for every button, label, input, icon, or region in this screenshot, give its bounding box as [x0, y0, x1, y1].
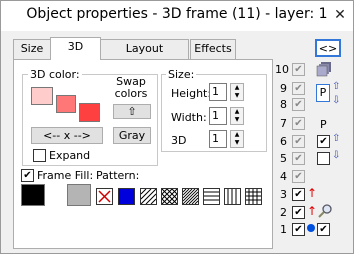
- height-label: Height:: [171, 87, 212, 100]
- pattern-grid[interactable]: [245, 188, 262, 205]
- layer-1-extra-checkbox[interactable]: ✔: [317, 223, 330, 236]
- height-spinner[interactable]: ▲ ▼: [230, 83, 244, 101]
- layer-number-1: 1: [280, 223, 287, 236]
- layer-9-checkbox[interactable]: ✔: [292, 82, 305, 95]
- fill-color-gray[interactable]: [67, 184, 91, 206]
- active-layer-dot-icon: [307, 224, 315, 232]
- layer-7-checkbox[interactable]: ✔: [292, 117, 305, 130]
- gray-button[interactable]: Gray: [113, 127, 151, 144]
- expand-checkbox[interactable]: [33, 149, 46, 162]
- layer-4-checkbox[interactable]: ✔: [292, 170, 305, 183]
- expand-label: Expand: [49, 149, 91, 162]
- swap-colors-label: Swap colors: [111, 76, 151, 100]
- layer-number-7: 7: [280, 117, 287, 130]
- color-swatch-medium[interactable]: [56, 95, 76, 113]
- pattern-none[interactable]: [96, 188, 113, 205]
- p-upper-checkbox[interactable]: ✔: [317, 135, 330, 148]
- pattern-diagonal[interactable]: [140, 188, 157, 205]
- color-swatch-dark[interactable]: [79, 103, 100, 122]
- close-button[interactable]: ✕: [333, 8, 347, 22]
- arrow-down-icon[interactable]: ⇩: [332, 95, 340, 106]
- red-arrow-up-icon: ↑: [307, 186, 318, 200]
- p-lower-checkbox[interactable]: [317, 152, 330, 165]
- layer-2-checkbox[interactable]: ✔: [292, 206, 305, 219]
- width-spinner[interactable]: ▲ ▼: [230, 107, 244, 125]
- layer-number-3: 3: [280, 188, 287, 201]
- layer-3-checkbox[interactable]: ✔: [292, 188, 305, 201]
- tab-layout-manager[interactable]: Layout manager: [100, 39, 189, 73]
- move-up-button[interactable]: ⇧: [113, 104, 151, 119]
- pattern-horizontal[interactable]: [203, 188, 220, 205]
- arrow-up-icon[interactable]: ⇧: [332, 81, 340, 92]
- color-group-label: 3D color:: [28, 68, 82, 81]
- height-input[interactable]: 1: [209, 83, 227, 101]
- fill-color-black[interactable]: [21, 184, 45, 206]
- layer-number-8: 8: [280, 98, 287, 111]
- depth-spinner[interactable]: ▲ ▼: [230, 130, 244, 148]
- frame-fill-label: Frame Fill:: [37, 169, 94, 182]
- layer-1-checkbox[interactable]: ✔: [292, 223, 305, 236]
- layer-10-checkbox[interactable]: ✔: [292, 63, 305, 76]
- pattern-label: Pattern:: [96, 169, 140, 182]
- frame-fill-checkbox[interactable]: ✔: [21, 169, 34, 182]
- p-label: P: [320, 118, 327, 131]
- red-arrow-up-icon-2: ↑: [307, 204, 318, 218]
- arrow-down-small-icon[interactable]: ⇩: [332, 150, 340, 161]
- size-group-label: Size:: [166, 68, 197, 81]
- layer-number-6: 6: [280, 135, 287, 148]
- layers-stack-icon[interactable]: [316, 61, 332, 77]
- layer-toggle-button[interactable]: <>: [315, 39, 341, 57]
- arrow-up-small-icon[interactable]: ⇧: [332, 133, 340, 144]
- tab-3d[interactable]: 3D: [50, 37, 101, 60]
- layer-number-9: 9: [280, 82, 287, 95]
- swap-colors-button[interactable]: <-- x -->: [31, 127, 103, 144]
- tab-effects[interactable]: Effects: [190, 39, 236, 59]
- pattern-solid[interactable]: [118, 188, 135, 205]
- tab-size[interactable]: Size: [13, 39, 51, 59]
- layer-8-checkbox[interactable]: ✔: [292, 98, 305, 111]
- depth-label: 3D: [171, 134, 187, 147]
- p-layer-button[interactable]: P: [316, 84, 330, 102]
- layer-5-checkbox[interactable]: ✔: [292, 152, 305, 165]
- depth-input[interactable]: 1: [209, 130, 227, 148]
- width-input[interactable]: 1: [209, 107, 227, 125]
- layer-number-2: 2: [280, 206, 287, 219]
- window-title: Object properties - 3D frame (11) - laye…: [26, 6, 328, 22]
- pattern-vertical[interactable]: [224, 188, 241, 205]
- layer-number-5: 5: [280, 152, 287, 165]
- object-properties-window: Object properties - 3D frame (11) - laye…: [0, 0, 354, 254]
- title-bar: Object properties - 3D frame (11) - laye…: [1, 1, 353, 31]
- layer-number-10: 10: [275, 63, 289, 76]
- color-swatch-light[interactable]: [31, 87, 53, 105]
- pattern-diagonal-dense[interactable]: [182, 188, 199, 205]
- layer-number-4: 4: [280, 170, 287, 183]
- layer-6-checkbox[interactable]: ✔: [292, 135, 305, 148]
- pattern-crosshatch[interactable]: [161, 188, 178, 205]
- magnifier-icon[interactable]: [317, 203, 333, 219]
- width-label: Width:: [171, 111, 207, 124]
